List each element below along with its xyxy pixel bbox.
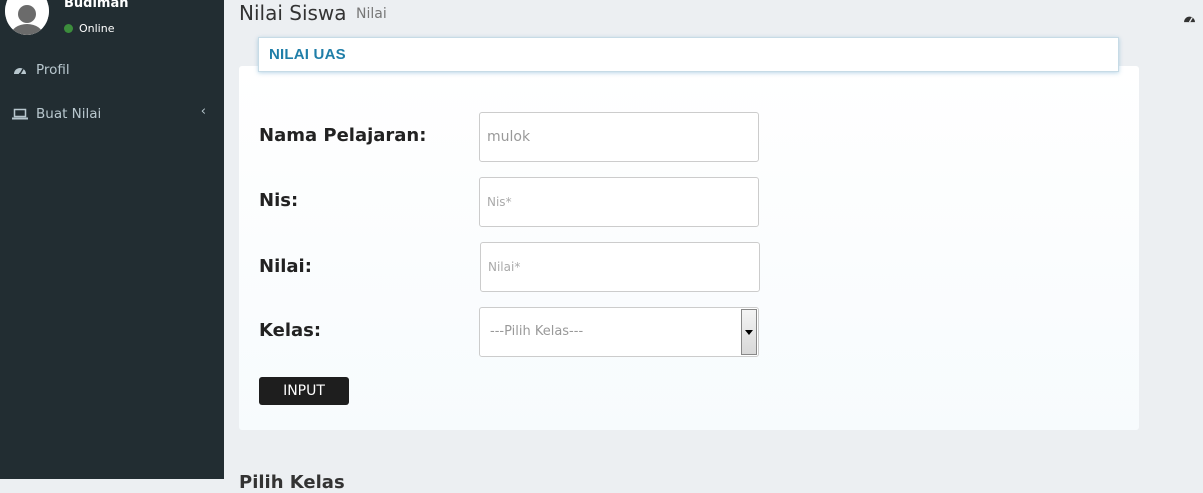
kelas-select-value: ---Pilih Kelas--- xyxy=(490,324,584,339)
user-status: Online xyxy=(64,22,114,35)
user-name: Budiman xyxy=(64,0,129,11)
subject-field[interactable] xyxy=(479,112,759,162)
dashboard-icon[interactable] xyxy=(1183,8,1196,27)
input-button[interactable]: INPUT xyxy=(259,377,349,405)
nis-label: Nis: xyxy=(259,190,299,211)
sidebar: Budiman Online Profil Buat Nilai ‹ xyxy=(0,0,224,479)
page-title: Nilai Siswa xyxy=(239,1,347,25)
section-heading: Pilih Kelas xyxy=(239,472,345,493)
page-subtitle: Nilai xyxy=(356,6,387,22)
subject-label: Nama Pelajaran: xyxy=(259,125,427,146)
kelas-label: Kelas: xyxy=(259,320,322,341)
sidebar-item-label: Buat Nilai xyxy=(36,106,102,122)
online-status-icon xyxy=(64,24,73,33)
sidebar-item-buat-nilai[interactable]: Buat Nilai ‹ xyxy=(0,96,224,132)
laptop-icon xyxy=(11,108,29,120)
kelas-select[interactable]: ---Pilih Kelas--- xyxy=(479,307,759,357)
user-status-label: Online xyxy=(79,22,115,35)
nilai-field[interactable] xyxy=(480,242,760,292)
dashboard-icon xyxy=(11,64,29,76)
card-title: NILAI UAS xyxy=(269,46,346,63)
sidebar-item-label: Profil xyxy=(36,62,70,78)
nilai-label: Nilai: xyxy=(259,256,312,277)
sidebar-item-profil[interactable]: Profil xyxy=(0,52,224,88)
dropdown-arrow-icon[interactable] xyxy=(741,309,757,355)
user-panel: Budiman Online xyxy=(0,0,224,48)
avatar[interactable] xyxy=(5,0,49,35)
card-header: NILAI UAS xyxy=(258,37,1119,72)
chevron-left-icon[interactable]: ‹ xyxy=(201,104,206,119)
nis-field[interactable] xyxy=(479,177,759,227)
